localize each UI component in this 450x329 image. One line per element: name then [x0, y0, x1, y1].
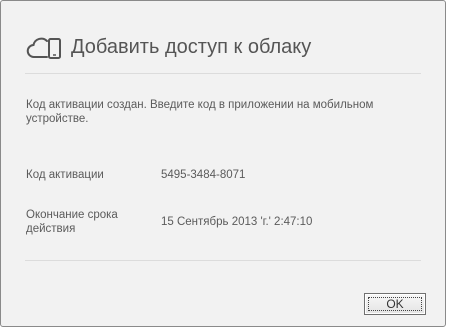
dialog-title: Добавить доступ к облаку [71, 36, 312, 58]
activation-code-label: Код активации [26, 169, 104, 181]
add-cloud-access-dialog: Добавить доступ к облаку Код активации с… [0, 0, 446, 327]
expiration-value: 15 Сентябрь 2013 'г.' 2:47:10 [161, 216, 313, 228]
expiration-label: Окончание срока действия [26, 209, 118, 235]
dialog-header: Добавить доступ к облаку [25, 27, 311, 67]
header-divider [25, 73, 421, 74]
cloud-device-icon [25, 32, 65, 62]
info-message: Код активации создан. Введите код в прил… [26, 99, 374, 125]
ok-button[interactable]: OK [364, 293, 426, 315]
footer-divider [25, 260, 421, 261]
activation-code-value: 5495-3484-8071 [161, 169, 246, 181]
